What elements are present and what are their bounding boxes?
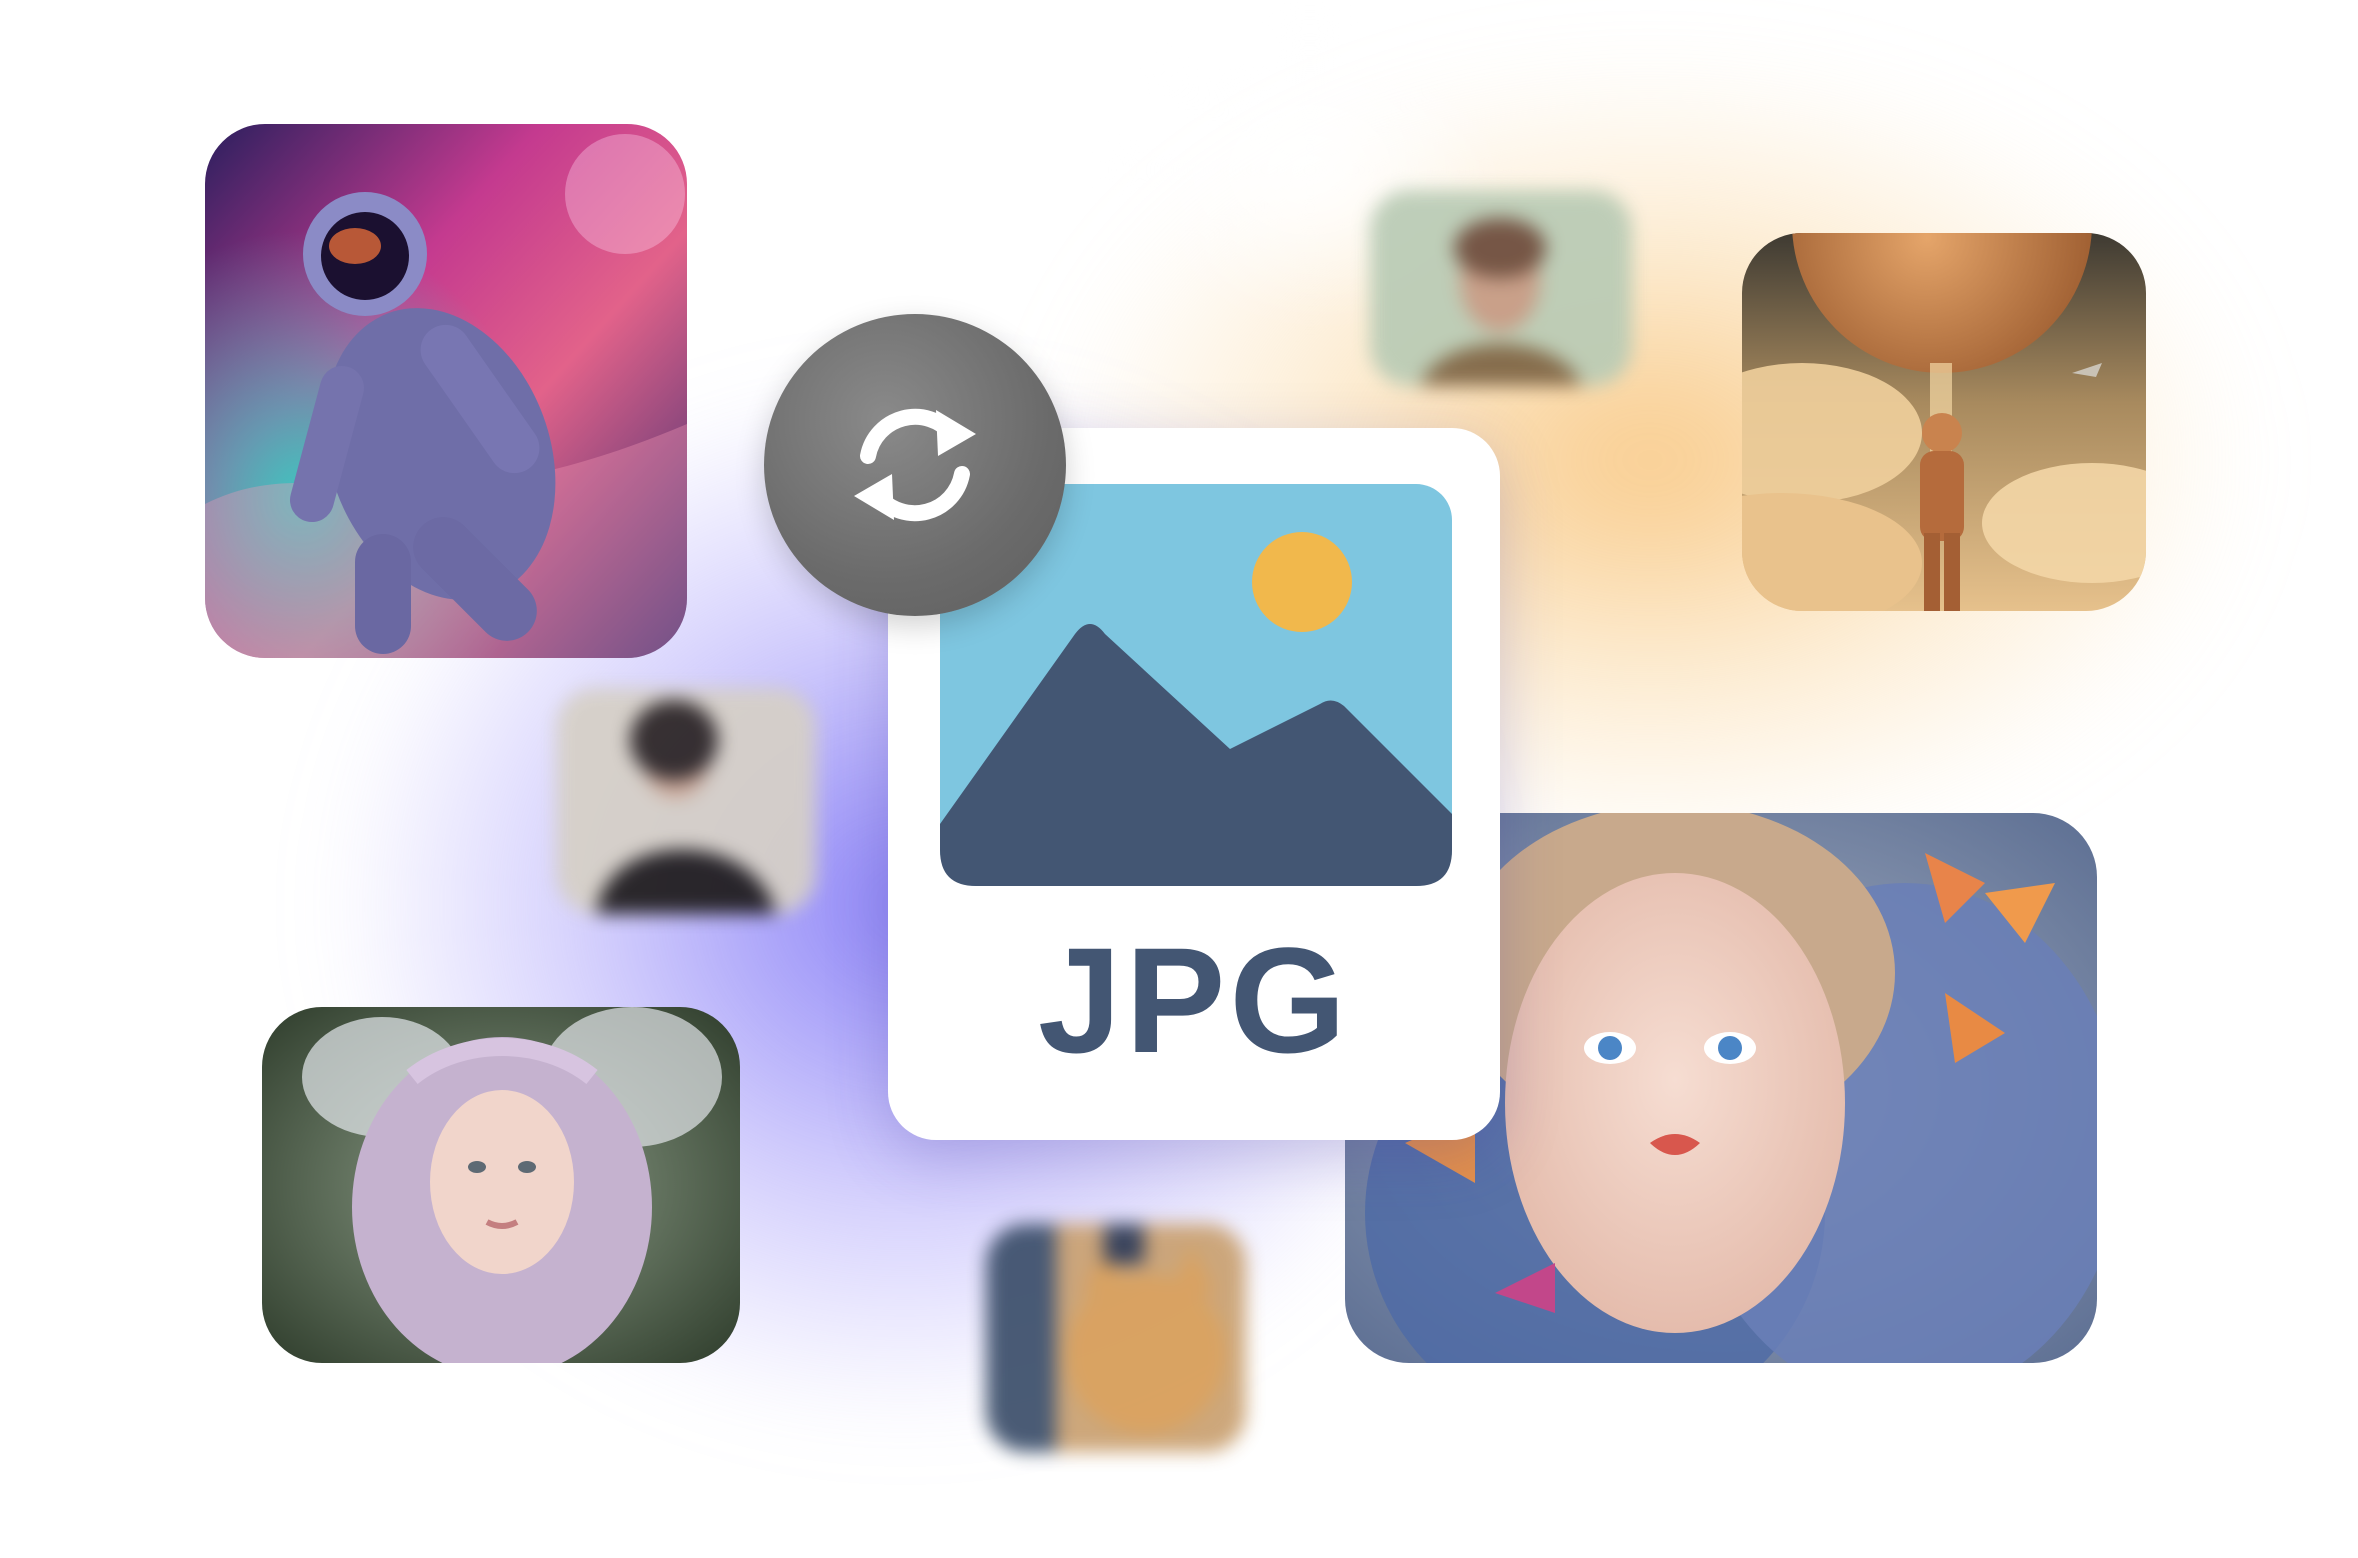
astronaut-artwork-image — [205, 124, 687, 658]
cat-blurred-image — [986, 1224, 1246, 1452]
fairy-portrait-image — [262, 1007, 740, 1363]
woman-blurred-image — [556, 688, 816, 914]
refresh-icon — [854, 408, 976, 522]
file-format-label: JPG — [1037, 916, 1351, 1084]
astronaut-planet-artwork-image — [1742, 233, 2146, 611]
portrait-blurred-top-image — [1370, 190, 1632, 386]
convert-button[interactable] — [764, 314, 1066, 616]
